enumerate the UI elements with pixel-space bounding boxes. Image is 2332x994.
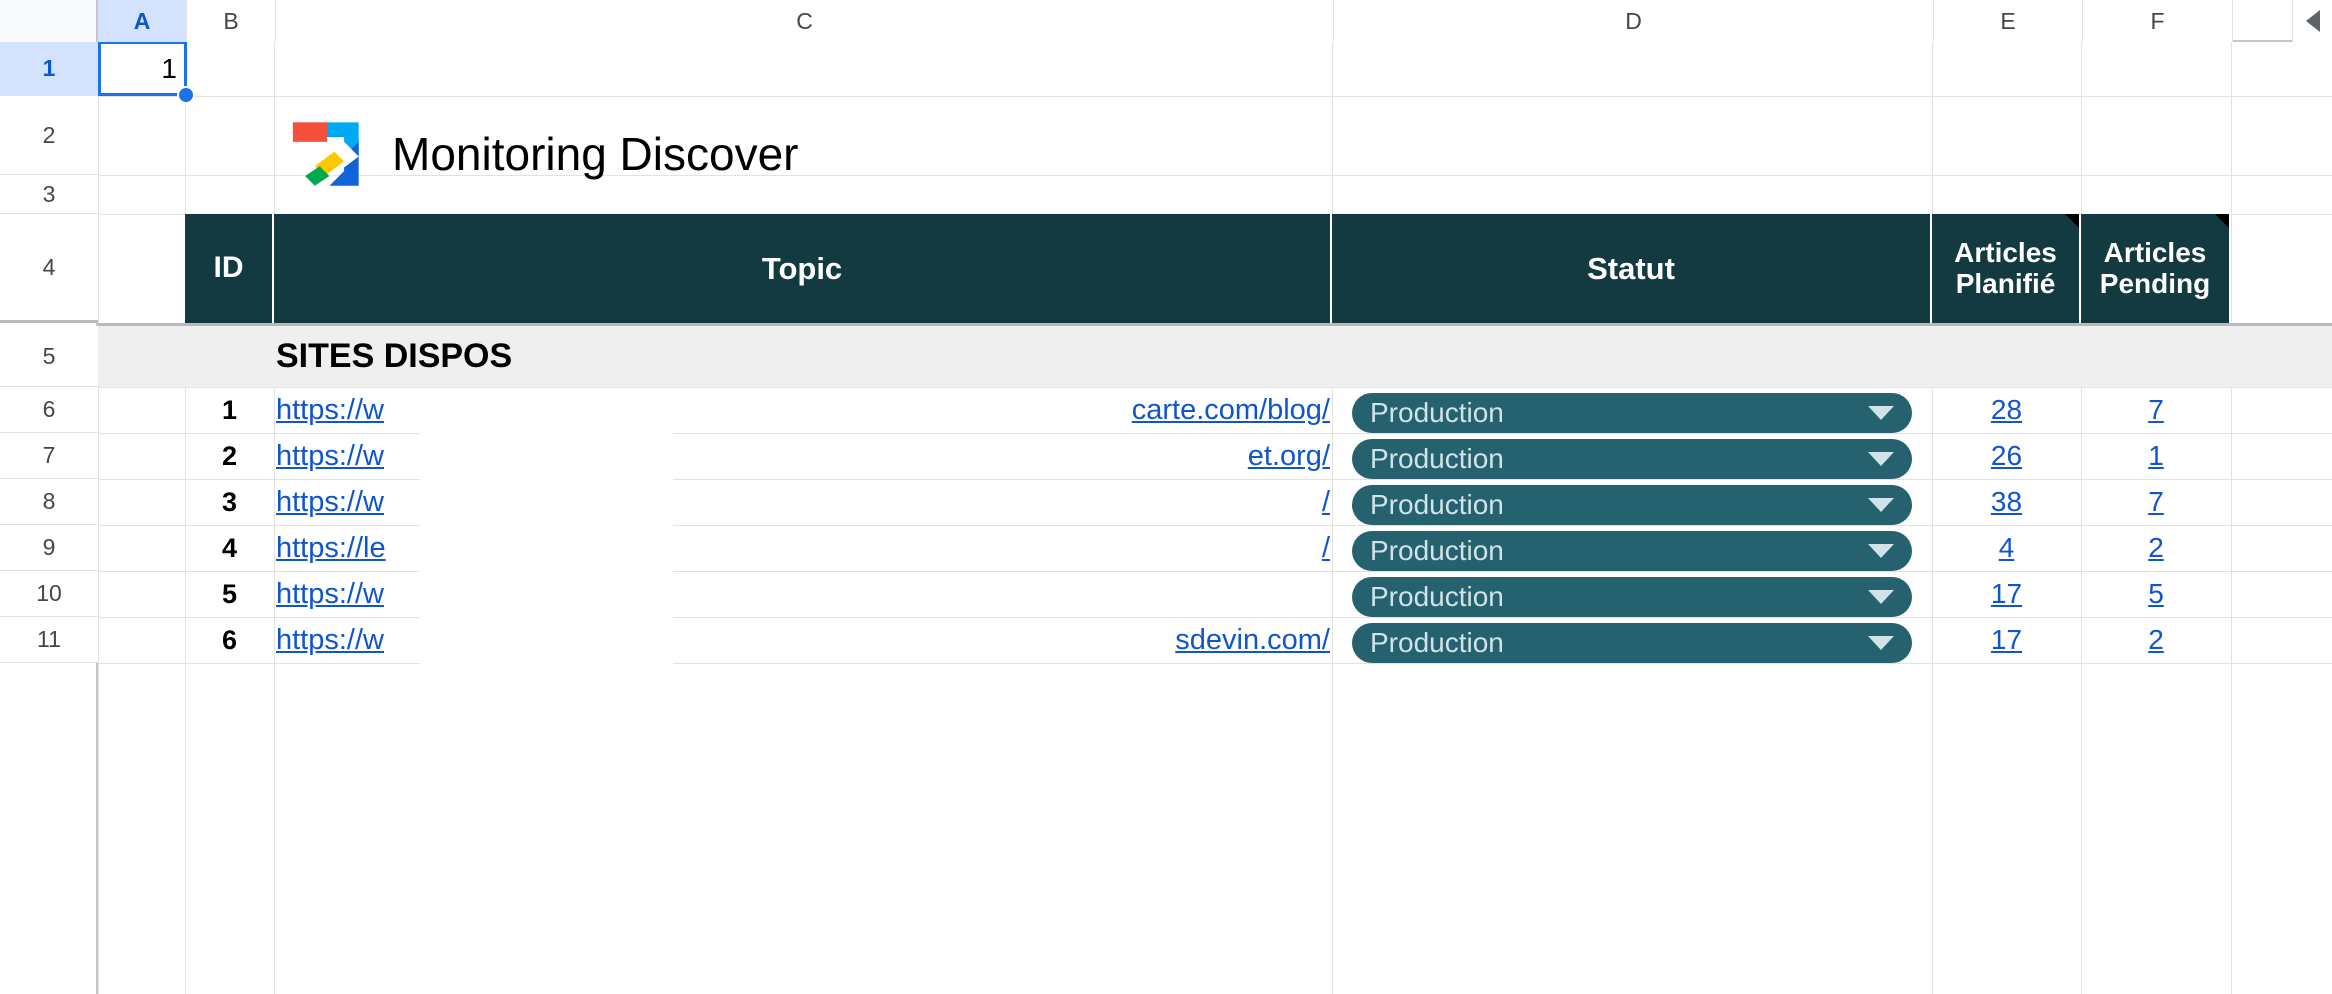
url-prefix: https://w bbox=[276, 485, 384, 518]
cell-articles-planifie[interactable]: 38 bbox=[1932, 479, 2081, 525]
cell-id[interactable]: 1 bbox=[185, 387, 274, 433]
row-header-10[interactable]: 10 bbox=[0, 571, 98, 617]
cell-articles-planifie[interactable]: 26 bbox=[1932, 433, 2081, 479]
row-header-6[interactable]: 6 bbox=[0, 387, 98, 433]
url-prefix: https://w bbox=[276, 393, 384, 426]
status-dropdown[interactable]: Production bbox=[1352, 485, 1912, 525]
table-header-statut: Statut bbox=[1332, 214, 1932, 323]
cell-id[interactable]: 3 bbox=[185, 479, 274, 525]
header-label: Topic bbox=[761, 250, 843, 286]
header-label: Articles Planifié bbox=[1954, 237, 2057, 299]
cell-id[interactable]: 4 bbox=[185, 525, 274, 571]
url-prefix: https://le bbox=[276, 531, 386, 564]
chevron-down-icon bbox=[1868, 498, 1894, 512]
status-dropdown[interactable]: Production bbox=[1352, 577, 1912, 617]
cell-id[interactable]: 6 bbox=[185, 617, 274, 663]
cell-articles-pending[interactable]: 5 bbox=[2081, 571, 2231, 617]
cell-id[interactable]: 5 bbox=[185, 571, 274, 617]
url-prefix: https://w bbox=[276, 577, 384, 610]
cell-articles-pending[interactable]: 2 bbox=[2081, 617, 2231, 663]
table-header-articles-planifie: Articles Planifié bbox=[1932, 214, 2081, 323]
chevron-down-icon bbox=[1868, 406, 1894, 420]
table-header-topic: Topic bbox=[274, 214, 1332, 323]
status-label: Production bbox=[1370, 397, 1504, 428]
cell-articles-pending[interactable]: 2 bbox=[2081, 525, 2231, 571]
frozen-pane-divider bbox=[98, 323, 2332, 326]
status-label: Production bbox=[1370, 443, 1504, 474]
url-prefix: https://w bbox=[276, 623, 384, 656]
header-label: Articles Pending bbox=[2099, 237, 2211, 299]
column-header-b[interactable]: B bbox=[187, 0, 276, 42]
gridline-vertical bbox=[274, 42, 275, 994]
url-prefix: https://w bbox=[276, 439, 384, 472]
row-header-9[interactable]: 9 bbox=[0, 525, 98, 571]
cell-articles-pending[interactable]: 7 bbox=[2081, 479, 2231, 525]
row-header-3[interactable]: 3 bbox=[0, 175, 98, 214]
page-title: Monitoring Discover bbox=[392, 128, 799, 180]
triangle-left-icon bbox=[2305, 10, 2320, 32]
gridline-vertical bbox=[1332, 42, 1333, 994]
cell-articles-planifie[interactable]: 17 bbox=[1932, 571, 2081, 617]
column-header-f[interactable]: F bbox=[2083, 0, 2233, 42]
url-suffix: et.org/ bbox=[1247, 439, 1330, 472]
cell-articles-planifie[interactable]: 4 bbox=[1932, 525, 2081, 571]
row-header-2[interactable]: 2 bbox=[0, 96, 98, 175]
cell-articles-pending[interactable]: 7 bbox=[2081, 387, 2231, 433]
sheet-title-block: Monitoring Discover bbox=[288, 99, 798, 209]
row-header-5[interactable]: 5 bbox=[0, 326, 98, 387]
status-dropdown[interactable]: Production bbox=[1352, 531, 1912, 571]
url-suffix: / bbox=[1321, 485, 1330, 518]
redaction-overlay bbox=[420, 388, 673, 698]
table-header-articles-pending: Articles Pending bbox=[2081, 214, 2231, 323]
chevron-down-icon bbox=[1868, 636, 1894, 650]
chevron-down-icon bbox=[1868, 544, 1894, 558]
status-dropdown[interactable]: Production bbox=[1352, 439, 1912, 479]
selected-cell-value: 1 bbox=[161, 52, 177, 84]
cell-articles-pending[interactable]: 1 bbox=[2081, 433, 2231, 479]
section-title: SITES DISPOS bbox=[276, 337, 513, 375]
status-dropdown[interactable]: Production bbox=[1352, 623, 1912, 663]
row-header-8[interactable]: 8 bbox=[0, 479, 98, 525]
status-label: Production bbox=[1370, 489, 1504, 520]
row-header-gutter: 1 2 3 4 5 6 7 8 9 10 11 bbox=[0, 42, 98, 994]
scroll-left-arrow-button[interactable] bbox=[2292, 0, 2332, 42]
url-suffix: / bbox=[1321, 531, 1330, 564]
note-indicator-icon bbox=[2215, 214, 2229, 228]
select-all-corner[interactable] bbox=[0, 0, 98, 42]
column-header-d[interactable]: D bbox=[1334, 0, 1934, 42]
spreadsheet-grid[interactable]: Monitoring Discover ID Topic Statut Arti… bbox=[98, 42, 2332, 994]
gridline-vertical bbox=[98, 42, 99, 994]
row-header-7[interactable]: 7 bbox=[0, 433, 98, 479]
cell-articles-planifie[interactable]: 17 bbox=[1932, 617, 2081, 663]
gridline-vertical bbox=[2231, 42, 2232, 994]
google-discover-arrow-logo bbox=[292, 122, 359, 186]
column-header-bar: A B C D E F bbox=[0, 0, 2332, 42]
spreadsheet-app: Monitoring Discover ID Topic Statut Arti… bbox=[0, 0, 2332, 994]
url-suffix: sdevin.com/ bbox=[1175, 623, 1330, 656]
column-header-a[interactable]: A bbox=[98, 0, 187, 42]
cell-id[interactable]: 2 bbox=[185, 433, 274, 479]
header-label: Statut bbox=[1587, 250, 1675, 286]
note-indicator-icon bbox=[2065, 214, 2079, 228]
chevron-down-icon bbox=[1868, 590, 1894, 604]
selected-cell[interactable]: 1 bbox=[98, 42, 187, 96]
table-header-id: ID bbox=[185, 214, 274, 323]
status-label: Production bbox=[1370, 535, 1504, 566]
url-suffix: carte.com/blog/ bbox=[1131, 393, 1330, 426]
gridline-horizontal bbox=[98, 96, 2332, 97]
header-label: ID bbox=[213, 251, 244, 285]
row-header-1[interactable]: 1 bbox=[0, 42, 98, 96]
row-header-4[interactable]: 4 bbox=[0, 214, 98, 323]
cell-articles-planifie[interactable]: 28 bbox=[1932, 387, 2081, 433]
status-label: Production bbox=[1370, 581, 1504, 612]
column-header-c[interactable]: C bbox=[276, 0, 1334, 42]
status-dropdown[interactable]: Production bbox=[1352, 393, 1912, 433]
row-header-11[interactable]: 11 bbox=[0, 617, 98, 663]
column-header-e[interactable]: E bbox=[1934, 0, 2083, 42]
chevron-down-icon bbox=[1868, 452, 1894, 466]
selection-fill-handle[interactable] bbox=[177, 86, 195, 104]
status-label: Production bbox=[1370, 627, 1504, 658]
